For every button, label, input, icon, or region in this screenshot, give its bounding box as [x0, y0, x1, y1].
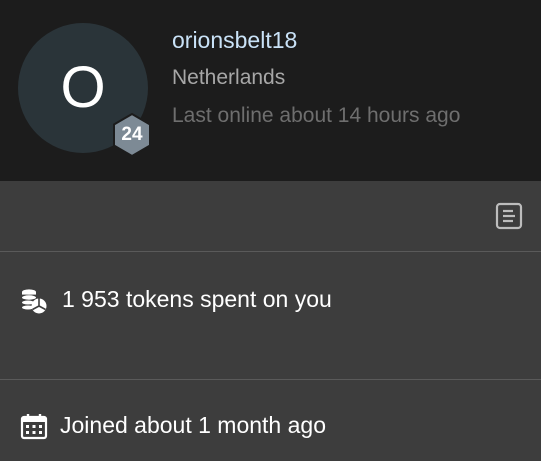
coins-pie-icon	[20, 287, 48, 315]
user-profile-card: O 24 orionsbelt18 Netherlands Last onlin…	[0, 0, 541, 461]
joined-row: Joined about 1 month ago	[0, 380, 541, 461]
country: Netherlands	[172, 66, 286, 89]
joined-text: Joined about 1 month ago	[60, 412, 326, 438]
profile-toolbar	[0, 181, 541, 252]
level-badge: 24	[111, 112, 153, 158]
level-number: 24	[121, 124, 143, 145]
notes-button[interactable]	[495, 202, 523, 230]
username[interactable]: orionsbelt18	[172, 27, 297, 54]
notes-icon	[495, 202, 523, 230]
calendar-icon	[20, 412, 48, 440]
tokens-spent-row: 1 953 tokens spent on you	[0, 252, 541, 380]
profile-header: O 24 orionsbelt18 Netherlands Last onlin…	[0, 0, 541, 181]
tokens-spent-text: 1 953 tokens spent on you	[62, 286, 332, 312]
last-online-status: Last online about 14 hours ago	[172, 104, 461, 127]
